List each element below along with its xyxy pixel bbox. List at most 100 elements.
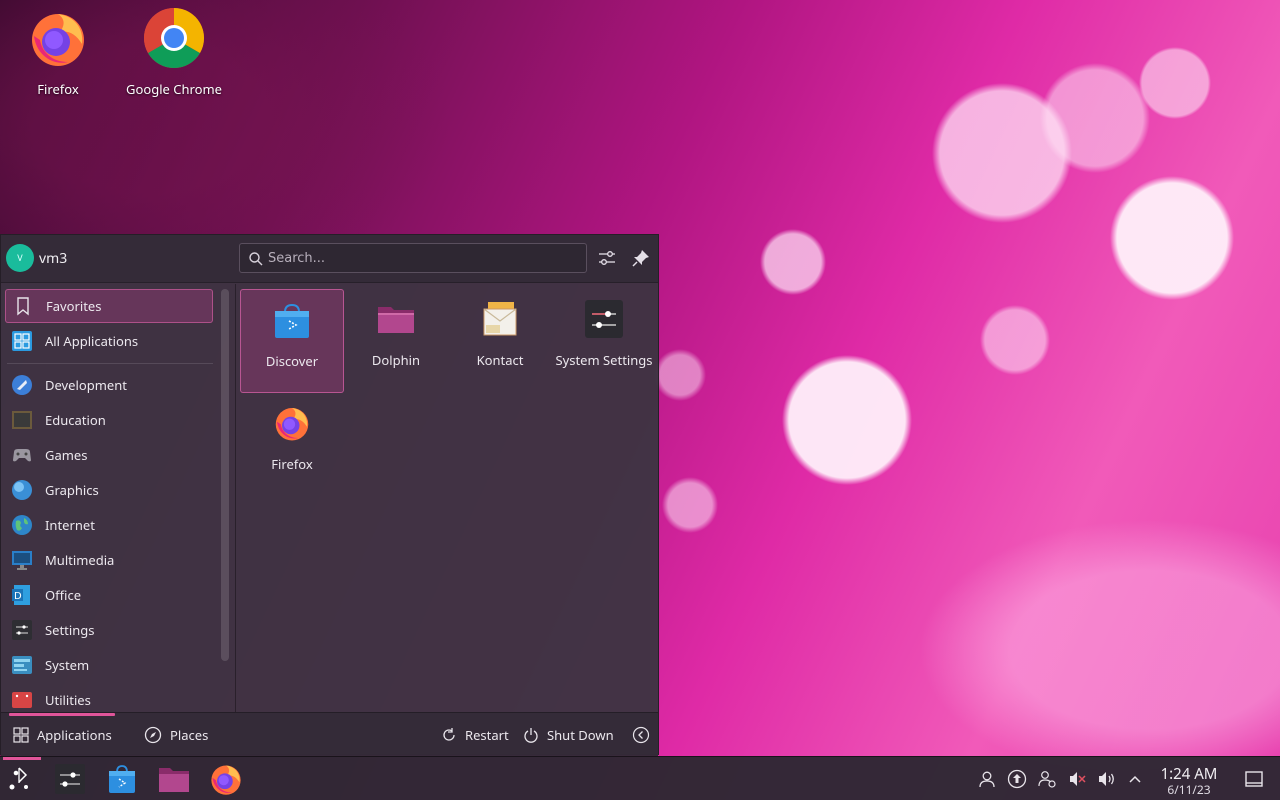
expand-tray-icon[interactable] xyxy=(1125,769,1145,789)
category-label: Office xyxy=(45,586,82,604)
category-label: All Applications xyxy=(45,332,139,350)
category-education[interactable]: Education xyxy=(5,403,213,437)
system-settings-icon xyxy=(585,300,623,338)
launcher-header: V vm3 xyxy=(1,235,658,283)
restart-button[interactable]: Restart xyxy=(441,723,509,747)
dolphin-folder-icon[interactable] xyxy=(156,761,192,797)
firefox-icon xyxy=(32,14,84,66)
show-desktop-icon[interactable] xyxy=(1244,769,1264,789)
pin-icon[interactable] xyxy=(630,247,652,269)
separator xyxy=(7,363,213,364)
gamepad-icon xyxy=(13,449,31,462)
desktop-icon-label: Firefox xyxy=(37,80,79,98)
configure-sliders-icon[interactable] xyxy=(596,247,618,269)
category-label: Internet xyxy=(45,516,95,534)
category-multimedia[interactable]: Multimedia xyxy=(5,543,213,577)
app-label: System Settings xyxy=(555,351,653,369)
network-icon[interactable] xyxy=(1037,769,1057,789)
volume-icon[interactable] xyxy=(1097,769,1117,789)
category-label: Utilities xyxy=(45,691,91,709)
shutdown-label: Shut Down xyxy=(547,726,614,744)
category-utilities[interactable]: Utilities xyxy=(5,683,213,712)
tab-label: Applications xyxy=(37,726,112,744)
avatar[interactable]: V xyxy=(6,244,34,272)
app-kontact[interactable]: Kontact xyxy=(448,289,552,393)
app-label: Dolphin xyxy=(371,351,421,369)
utilities-icon xyxy=(12,692,32,708)
compass-icon xyxy=(144,726,162,744)
search-icon xyxy=(249,252,263,266)
launcher-footer: Applications Places Restart Shut Down xyxy=(1,712,658,756)
active-indicator xyxy=(3,757,41,760)
office-icon: D xyxy=(12,585,30,605)
svg-text:D: D xyxy=(14,591,22,602)
search-field[interactable] xyxy=(239,243,587,273)
chevron-left-icon xyxy=(632,726,650,744)
category-label: Graphics xyxy=(45,481,99,499)
app-label: Firefox xyxy=(271,455,313,473)
category-graphics[interactable]: Graphics xyxy=(5,473,213,507)
desktop-icon-chrome[interactable]: Google Chrome xyxy=(119,6,229,98)
category-games[interactable]: Games xyxy=(5,438,213,472)
category-label: Development xyxy=(45,376,127,394)
desktop-icon-label: Google Chrome xyxy=(126,80,222,98)
chrome-icon xyxy=(143,7,205,69)
category-office[interactable]: D Office xyxy=(5,578,213,612)
category-development[interactable]: Development xyxy=(5,368,213,402)
kontact-icon xyxy=(483,302,517,336)
restart-icon xyxy=(443,728,455,741)
leave-more-button[interactable] xyxy=(632,723,658,747)
education-icon xyxy=(12,411,32,429)
search-input[interactable] xyxy=(268,244,578,272)
discover-icon[interactable] xyxy=(104,761,140,797)
app-firefox[interactable]: Firefox xyxy=(240,393,344,497)
bookmark-icon xyxy=(17,297,29,316)
user-icon[interactable] xyxy=(977,769,997,789)
app-label: Discover xyxy=(265,352,319,370)
category-label: Settings xyxy=(45,621,95,639)
category-all-applications[interactable]: All Applications xyxy=(5,324,213,358)
category-label: Favorites xyxy=(46,297,102,315)
app-dolphin[interactable]: Dolphin xyxy=(344,289,448,393)
system-icon xyxy=(12,656,32,674)
category-label: Games xyxy=(45,446,88,464)
development-icon xyxy=(12,375,32,395)
desktop-icon-firefox[interactable]: Firefox xyxy=(3,6,113,98)
shutdown-button[interactable]: Shut Down xyxy=(523,723,614,747)
discover-icon xyxy=(275,303,309,338)
grid-icon xyxy=(12,331,32,351)
kickoff-icon[interactable] xyxy=(4,761,40,797)
taskbar: 1:24 AM 6/11/23 xyxy=(0,756,1280,800)
firefox-icon[interactable] xyxy=(208,761,244,797)
tab-indicator xyxy=(9,713,115,716)
category-sidebar: Favorites All Applications Development E… xyxy=(1,284,217,712)
category-favorites[interactable]: Favorites xyxy=(5,289,213,323)
globe-icon xyxy=(12,515,32,535)
app-discover[interactable]: Discover xyxy=(240,289,344,393)
category-label: System xyxy=(45,656,90,674)
dolphin-folder-icon xyxy=(378,307,414,333)
tab-places[interactable]: Places xyxy=(144,723,208,747)
restart-label: Restart xyxy=(465,726,509,744)
grid-icon xyxy=(13,727,29,743)
system-settings-icon[interactable] xyxy=(52,761,88,797)
mute-icon[interactable] xyxy=(1067,769,1087,789)
tab-applications[interactable]: Applications xyxy=(13,723,112,747)
category-label: Multimedia xyxy=(45,551,115,569)
app-label: Kontact xyxy=(476,351,524,369)
graphics-icon xyxy=(12,480,32,500)
sidebar-scrollbar[interactable] xyxy=(221,289,229,661)
power-icon xyxy=(524,728,538,743)
username: vm3 xyxy=(39,249,68,268)
category-label: Education xyxy=(45,411,106,429)
multimedia-icon xyxy=(12,551,32,570)
clock-date[interactable]: 6/11/23 xyxy=(1150,781,1228,798)
category-system[interactable]: System xyxy=(5,648,213,682)
app-system-settings[interactable]: System Settings xyxy=(552,289,656,393)
category-internet[interactable]: Internet xyxy=(5,508,213,542)
application-launcher: V vm3 Favorites xyxy=(0,234,659,756)
update-icon[interactable] xyxy=(1007,769,1027,789)
firefox-icon xyxy=(275,408,309,441)
category-settings[interactable]: Settings xyxy=(5,613,213,647)
settings-icon xyxy=(12,620,32,640)
